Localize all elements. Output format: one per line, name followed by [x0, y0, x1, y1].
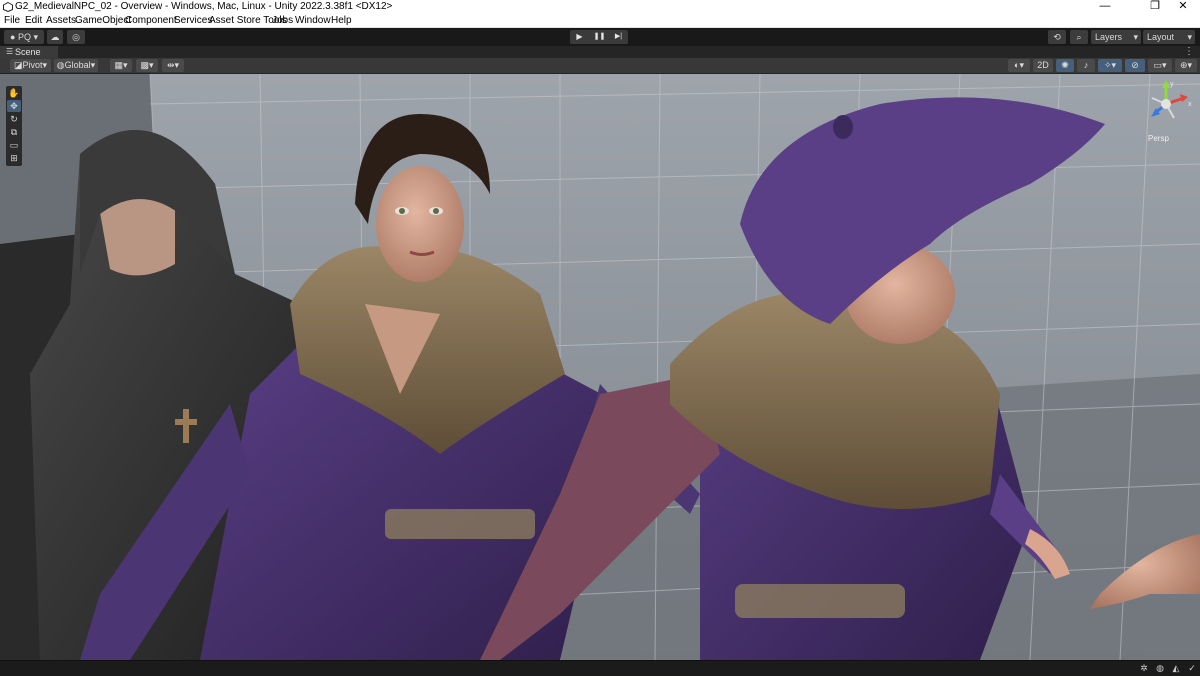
scene-viewport[interactable]: [0, 74, 1200, 660]
snap-icon: ⇹▾: [166, 60, 180, 70]
main-toolbar: ● PQ ▾ ☁ ◎ ▶ ❚❚ ▶| ⟲ ⌕ Layers ▾ Layout ▾: [0, 28, 1200, 46]
orientation-gizmo[interactable]: y x Persp: [1144, 78, 1196, 144]
history-icon: ⟲: [1053, 32, 1061, 42]
layers-label: Layers: [1095, 32, 1123, 42]
account-dropdown[interactable]: ● PQ ▾: [4, 30, 44, 44]
search-button[interactable]: ⌕: [1070, 30, 1088, 44]
eye-slash-icon: ⊘: [1131, 60, 1139, 70]
grid-icon: ▩▾: [140, 60, 154, 70]
draw-mode-dropdown[interactable]: ◐▾: [1008, 59, 1030, 72]
transform-icon: ⊞: [10, 153, 18, 163]
chevron-down-icon: ▾: [33, 32, 38, 42]
step-button[interactable]: ▶|: [609, 30, 628, 44]
chevron-down-icon: ▾: [1133, 32, 1138, 42]
scale-tool[interactable]: ⧉: [7, 126, 21, 138]
menu-icon: ☰: [6, 47, 14, 56]
pivot-label: Pivot: [22, 60, 43, 70]
scale-icon: ⧉: [10, 127, 18, 137]
search-icon: ⌕: [1076, 32, 1082, 42]
view-options-dropdown[interactable]: ▦▾: [110, 59, 132, 72]
global-label: Global: [64, 60, 91, 70]
pivot-dropdown[interactable]: ◪Pivot▾: [10, 59, 51, 72]
gizmos-icon: ⊕▾: [1179, 60, 1193, 70]
rotate-icon: ↻: [10, 114, 18, 124]
chevron-down-icon: ▾: [1187, 32, 1192, 42]
tab-scene[interactable]: ☰ Scene: [0, 46, 58, 58]
more-options-icon[interactable]: ⋮: [1184, 46, 1194, 58]
layout-dropdown[interactable]: Layout ▾: [1143, 30, 1195, 44]
status-bar: ✲ ◍ ◭ ✓: [0, 660, 1200, 676]
toggle-2d-label: 2D: [1037, 60, 1049, 70]
menu-edit[interactable]: Edit: [25, 14, 42, 27]
globe-icon: ◍: [56, 60, 65, 70]
hand-tool[interactable]: ✋: [7, 87, 21, 99]
lightbulb-icon: ✺: [1061, 60, 1069, 70]
camera-settings-dropdown[interactable]: ▭▾: [1148, 59, 1172, 72]
cache-icon[interactable]: ◭: [1170, 662, 1182, 674]
global-dropdown[interactable]: ◍Global▾: [54, 59, 98, 72]
close-button[interactable]: ✕: [1166, 0, 1200, 14]
gizmo-y-label: y: [1170, 81, 1174, 88]
menu-services[interactable]: Services: [174, 14, 212, 27]
menu-help[interactable]: Help: [331, 14, 352, 27]
rect-tool[interactable]: ▭: [7, 139, 21, 151]
tab-bar: ☰ Scene ⋮: [0, 46, 1200, 58]
account-label: PQ: [17, 32, 31, 42]
rect-icon: ▭: [9, 140, 19, 150]
collab-icon: ◎: [72, 32, 80, 42]
shading-icon: ◐▾: [1014, 60, 1024, 70]
hand-icon: ✋: [8, 88, 20, 98]
scene-render: [0, 74, 1200, 660]
minimize-button[interactable]: —: [1088, 0, 1122, 14]
layout-label: Layout: [1147, 32, 1175, 42]
play-button[interactable]: ▶: [570, 30, 589, 44]
speaker-icon: ♪: [1083, 60, 1089, 70]
hidden-objects-toggle[interactable]: ⊘: [1125, 59, 1145, 72]
rotate-tool[interactable]: ↻: [7, 113, 21, 125]
bug-icon[interactable]: ✲: [1138, 662, 1150, 674]
move-tool[interactable]: ✥: [7, 100, 21, 112]
title-bar: G2_MedievalNPC_02 - Overview - Windows, …: [0, 0, 1200, 14]
menu-component[interactable]: Component: [125, 14, 177, 27]
toggle-2d-button[interactable]: 2D: [1033, 59, 1053, 72]
progress-icon[interactable]: ◍: [1154, 662, 1166, 674]
layers-dropdown[interactable]: Layers ▾: [1091, 30, 1141, 44]
axis-gizmo-icon: y x: [1151, 80, 1192, 119]
window-title: G2_MedievalNPC_02 - Overview - Windows, …: [15, 1, 393, 12]
menu-jobs[interactable]: Jobs: [272, 14, 293, 27]
menu-window[interactable]: Window: [295, 14, 331, 27]
menu-assets[interactable]: Assets: [46, 14, 76, 27]
chevron-down-icon: ▾: [90, 60, 96, 70]
menu-file[interactable]: File: [4, 14, 20, 27]
effects-dropdown[interactable]: ✧▾: [1098, 59, 1122, 72]
gizmo-x-label: x: [1188, 101, 1192, 108]
status-check-icon[interactable]: ✓: [1186, 662, 1198, 674]
increment-snap-dropdown[interactable]: ⇹▾: [162, 59, 184, 72]
grid-snap-dropdown[interactable]: ▩▾: [136, 59, 158, 72]
projection-label[interactable]: Persp: [1148, 134, 1169, 143]
tab-scene-label: Scene: [15, 47, 41, 57]
lighting-toggle[interactable]: ✺: [1056, 59, 1074, 72]
move-icon: ✥: [10, 101, 18, 111]
collab-button[interactable]: ◎: [67, 30, 85, 44]
unity-logo-icon: [3, 2, 13, 12]
chevron-down-icon: ▾: [42, 60, 48, 70]
gizmos-dropdown[interactable]: ⊕▾: [1175, 59, 1197, 72]
scene-toolbar: ◪Pivot▾ ◍Global▾ ▦▾ ▩▾ ⇹▾ ◐▾ 2D ✺ ♪ ✧▾ ⊘…: [0, 58, 1200, 74]
menu-gameobject[interactable]: GameObject: [75, 14, 131, 27]
menu-bar: File Edit Assets GameObject Component Se…: [0, 14, 1200, 28]
grid-view-icon: ▦▾: [114, 60, 128, 70]
audio-toggle[interactable]: ♪: [1077, 59, 1095, 72]
play-controls: ▶ ❚❚ ▶|: [570, 30, 628, 44]
cloud-icon: ☁: [50, 32, 60, 42]
account-icon: ●: [9, 32, 16, 42]
pause-button[interactable]: ❚❚: [590, 30, 609, 44]
undo-history-button[interactable]: ⟲: [1048, 30, 1066, 44]
camera-icon: ▭▾: [1153, 60, 1167, 70]
tool-palette: ✋ ✥ ↻ ⧉ ▭ ⊞: [6, 86, 22, 166]
transform-tool[interactable]: ⊞: [7, 152, 21, 164]
effects-icon: ✧▾: [1103, 60, 1117, 70]
cloud-button[interactable]: ☁: [47, 30, 63, 44]
